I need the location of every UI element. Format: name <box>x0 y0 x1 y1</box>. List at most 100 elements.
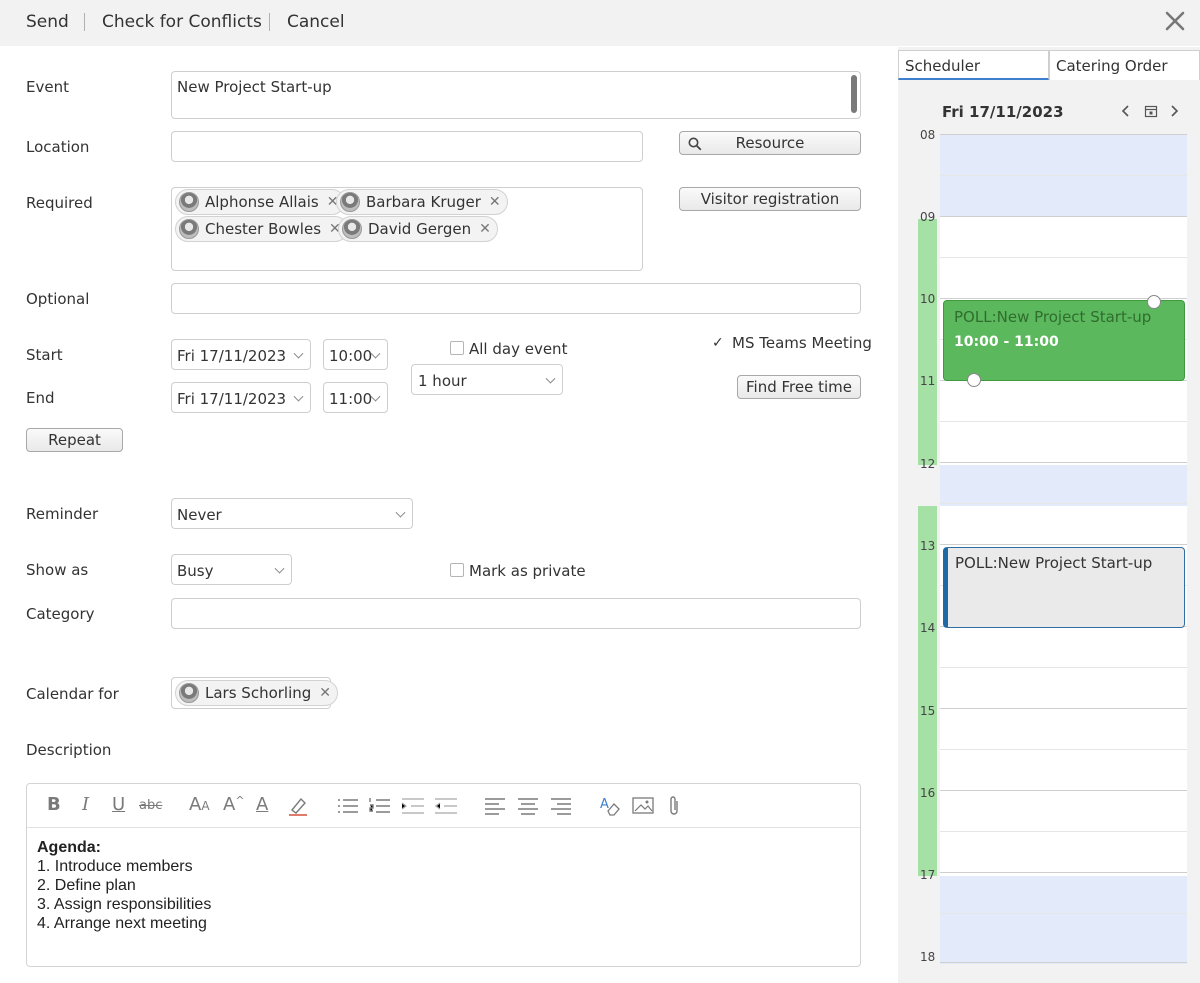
start-time-select[interactable]: 10:00 <box>323 339 388 370</box>
chevron-left-icon[interactable] <box>1120 104 1132 118</box>
attendee-chip[interactable]: Alphonse Allais ✕ <box>175 189 346 215</box>
attach-icon[interactable] <box>667 795 681 817</box>
remove-icon[interactable]: ✕ <box>489 194 501 210</box>
tab-scheduler-label: Scheduler <box>905 57 981 75</box>
italic-icon[interactable]: I <box>82 794 89 815</box>
avatar <box>179 219 199 239</box>
hour-label: 15 <box>920 704 936 718</box>
calendar-today-icon[interactable] <box>1144 104 1158 118</box>
event-input[interactable]: New Project Start-up <box>171 71 861 119</box>
end-date-select[interactable]: Fri 17/11/2023 <box>171 382 311 413</box>
reminder-select[interactable]: Never <box>171 498 413 529</box>
teams-checkbox[interactable]: ✓ <box>712 335 724 351</box>
align-right-icon[interactable] <box>550 797 572 815</box>
highlight-icon[interactable] <box>287 795 309 817</box>
chevron-down-icon <box>274 563 285 574</box>
clear-format-icon[interactable]: A <box>599 795 621 817</box>
editor-content[interactable]: Agenda: 1. Introduce members 2. Define p… <box>37 838 211 933</box>
close-icon[interactable] <box>1162 8 1188 34</box>
indent-icon[interactable] <box>401 797 425 815</box>
attendee-chip[interactable]: Barbara Kruger ✕ <box>336 189 508 215</box>
attendee-name: Barbara Kruger <box>366 193 481 211</box>
remove-icon[interactable]: ✕ <box>479 221 491 237</box>
show-as-value: Busy <box>177 562 214 580</box>
toolbar: Send Check for Conflicts Cancel <box>0 0 1200 46</box>
repeat-button[interactable]: Repeat <box>26 428 123 452</box>
description-editor[interactable]: B I U abc AA A^ A A Agenda: 1. Introduce… <box>26 783 861 967</box>
cancel-button[interactable]: Cancel <box>287 12 345 32</box>
agenda-line: 4. Arrange next meeting <box>37 915 207 932</box>
hour-label: 17 <box>920 868 936 882</box>
svg-text:A: A <box>600 797 609 812</box>
visitor-registration-button[interactable]: Visitor registration <box>679 187 861 211</box>
private-label: Mark as private <box>469 562 586 580</box>
strikethrough-icon[interactable]: abc <box>139 798 162 813</box>
existing-appointment[interactable]: POLL:New Project Start-up <box>943 547 1185 628</box>
calendar-owner-chip[interactable]: Lars Schorling ✕ <box>175 680 339 706</box>
font-family-icon[interactable]: AA <box>189 794 210 815</box>
event-scrollbar[interactable] <box>851 75 857 113</box>
tab-scheduler[interactable]: Scheduler <box>898 50 1049 80</box>
send-button[interactable]: Send <box>26 12 69 32</box>
end-time-value: 11:00 <box>329 390 373 408</box>
hour-label: 11 <box>920 374 936 388</box>
hour-line <box>940 216 1187 217</box>
category-input[interactable] <box>171 598 861 629</box>
duration-select[interactable]: 1 hour <box>411 364 563 395</box>
show-as-select[interactable]: Busy <box>171 554 292 585</box>
attendee-chip[interactable]: Chester Bowles ✕ <box>175 216 348 242</box>
location-input[interactable] <box>171 131 643 162</box>
resize-handle-bottom[interactable] <box>967 373 981 387</box>
bulleted-list-icon[interactable] <box>337 797 359 815</box>
slot-line <box>940 667 1187 668</box>
find-free-time-button[interactable]: Find Free time <box>737 375 861 399</box>
hour-label: 16 <box>920 786 936 800</box>
remove-icon[interactable]: ✕ <box>319 685 331 701</box>
hour-line <box>940 462 1187 463</box>
resize-handle-top[interactable] <box>1147 295 1161 309</box>
tab-catering-label: Catering Order <box>1056 57 1168 75</box>
all-day-checkbox[interactable] <box>450 341 464 355</box>
numbered-list-icon[interactable] <box>369 797 391 815</box>
hour-label: 13 <box>920 539 936 553</box>
outdent-icon[interactable] <box>434 797 458 815</box>
hour-line <box>940 962 1187 963</box>
chevron-down-icon <box>293 348 304 359</box>
align-center-icon[interactable] <box>517 797 539 815</box>
current-appointment[interactable]: POLL:New Project Start-up 10:00 - 11:00 <box>943 300 1185 381</box>
attendee-name: David Gergen <box>368 220 472 238</box>
attendee-chip[interactable]: David Gergen ✕ <box>338 216 498 242</box>
location-label: Location <box>26 138 90 156</box>
private-checkbox[interactable] <box>450 563 464 577</box>
hour-label: 09 <box>920 210 936 224</box>
tab-catering-order[interactable]: Catering Order <box>1049 50 1200 80</box>
event-input-value: New Project Start-up <box>177 78 332 96</box>
align-left-icon[interactable] <box>484 797 506 815</box>
avatar <box>342 219 362 239</box>
chevron-right-icon[interactable] <box>1168 104 1180 118</box>
calendar-for-field[interactable]: Lars Schorling ✕ <box>171 677 339 709</box>
calendar-owner-name: Lars Schorling <box>205 684 312 702</box>
font-size-icon[interactable]: A^ <box>223 794 245 815</box>
chevron-down-icon <box>293 391 304 402</box>
underline-icon[interactable]: U <box>112 794 125 815</box>
bold-icon[interactable]: B <box>47 794 61 815</box>
event-label: Event <box>26 78 69 96</box>
hour-label: 08 <box>920 128 936 142</box>
slot-line <box>940 421 1187 422</box>
busy-indicator <box>918 506 937 876</box>
resource-button[interactable]: Resource <box>679 131 861 155</box>
required-attendees-field[interactable]: Alphonse Allais ✕ Barbara Kruger ✕ Chest… <box>171 187 643 271</box>
optional-attendees-field[interactable] <box>171 283 861 314</box>
scheduler-date: Fri 17/11/2023 <box>942 103 1064 121</box>
resource-button-label: Resource <box>735 134 805 152</box>
off-hours-block <box>940 876 1187 964</box>
toolbar-divider <box>269 13 270 31</box>
start-date-select[interactable]: Fri 17/11/2023 <box>171 339 311 370</box>
font-color-icon[interactable]: A <box>256 794 268 815</box>
appointment-title: POLL:New Project Start-up <box>955 554 1153 572</box>
check-conflicts-button[interactable]: Check for Conflicts <box>102 12 262 32</box>
insert-image-icon[interactable] <box>632 796 654 816</box>
scheduler-panel: Scheduler Catering Order Fri 17/11/2023 <box>898 47 1200 983</box>
end-time-select[interactable]: 11:00 <box>323 382 388 413</box>
